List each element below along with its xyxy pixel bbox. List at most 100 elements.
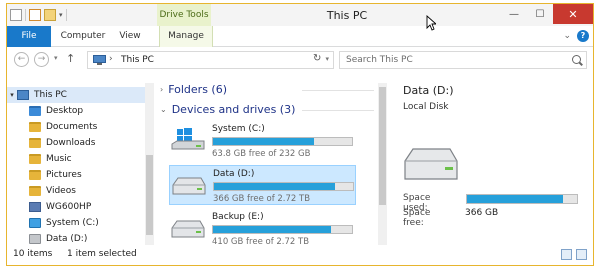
documents-folder-icon (29, 122, 41, 132)
nav-item-music[interactable]: Music (7, 151, 147, 167)
explorer-window: ▾ Drive Tools This PC — ☐ ✕ File Compute… (6, 3, 594, 266)
network-drive-icon (29, 202, 41, 212)
nav-item-label: Desktop (46, 106, 84, 116)
status-bar: 10 items 1 item selected (7, 245, 593, 265)
window-title: This PC (326, 9, 368, 22)
title-bar: ▾ Drive Tools This PC — ☐ ✕ (7, 4, 593, 26)
group-divider (302, 90, 374, 91)
content-scrollbar[interactable] (378, 83, 387, 245)
expand-arrow-icon[interactable]: › (160, 85, 163, 94)
properties-icon[interactable] (10, 9, 22, 21)
drive-item-backup-e[interactable]: Backup (E:) 410 GB free of 2.72 TB (169, 209, 356, 249)
usage-fill (214, 183, 335, 190)
drive-name: Data (D:) (213, 169, 255, 179)
drive-free-space: 366 GB free of 2.72 TB (213, 194, 311, 204)
nav-item-system-c[interactable]: System (C:) (7, 215, 147, 231)
refresh-button[interactable]: ↻ (313, 53, 321, 64)
nav-item-label: System (C:) (46, 218, 99, 228)
drive-usage-bar (212, 225, 353, 234)
scrollbar-thumb[interactable] (379, 87, 386, 205)
nav-item-label: Videos (46, 186, 76, 196)
view-switcher (561, 249, 587, 260)
help-icon[interactable]: ? (577, 30, 589, 42)
up-button[interactable]: ↑ (66, 52, 75, 65)
large-icons-view-icon[interactable] (576, 249, 587, 260)
navigation-bar: ← → ▾ ↑ › This PC ▾ ↻ Search This PC (7, 47, 593, 73)
music-folder-icon (29, 154, 41, 164)
devices-group-header[interactable]: ⌄ Devices and drives (3) (160, 103, 295, 116)
pictures-folder-icon (29, 170, 41, 180)
group-label: Folders (6) (168, 83, 228, 96)
properties-edit-icon[interactable] (29, 9, 41, 21)
breadcrumb-this-pc[interactable]: This PC (121, 55, 154, 65)
usage-fill (467, 195, 563, 203)
search-icon (572, 55, 581, 64)
quick-access-toolbar: ▾ (10, 8, 67, 22)
nav-item-pictures[interactable]: Pictures (7, 167, 147, 183)
space-free-row: Space free: 366 GB (403, 208, 498, 228)
minimize-button[interactable]: — (501, 4, 527, 24)
nav-item-label: Data (D:) (46, 234, 88, 244)
forward-button[interactable]: → (34, 52, 49, 67)
collapse-arrow-icon[interactable]: ⌄ (160, 105, 167, 114)
nav-item-label: Pictures (46, 170, 82, 180)
tab-manage[interactable]: Manage (159, 26, 213, 47)
usage-fill (213, 138, 315, 145)
close-button[interactable]: ✕ (553, 4, 593, 24)
selection-count: 1 item selected (67, 249, 137, 259)
nav-item-label: WG600HP (46, 202, 92, 212)
details-title: Data (D:) (403, 84, 454, 97)
address-dropdown[interactable]: ▾ (325, 55, 329, 63)
nav-pane-scrollbar[interactable] (145, 83, 154, 245)
tab-file[interactable]: File (7, 26, 51, 47)
scrollbar-thumb[interactable] (146, 155, 153, 235)
nav-item-wg600hp[interactable]: WG600HP (7, 199, 147, 215)
desktop-icon (29, 106, 41, 116)
breadcrumb-separator[interactable]: › (109, 54, 113, 64)
content-pane: › Folders (6) ⌄ Devices and drives (3) S… (157, 73, 387, 247)
details-subtitle: Local Disk (403, 102, 449, 112)
customize-toolbar-dropdown[interactable]: ▾ (59, 11, 63, 19)
expand-ribbon-chevron-icon[interactable]: ⌄ (563, 31, 571, 41)
navigation-pane: ▾ This PC Desktop Documents Downloads Mu… (7, 73, 154, 245)
nav-item-videos[interactable]: Videos (7, 183, 147, 199)
group-divider (302, 110, 374, 111)
tab-computer[interactable]: Computer (59, 26, 107, 47)
nav-item-this-pc[interactable]: ▾ This PC (7, 87, 147, 103)
tab-view[interactable]: View (115, 26, 145, 47)
windows-drive-icon (29, 218, 41, 228)
back-button[interactable]: ← (14, 52, 29, 67)
address-bar[interactable]: › This PC ▾ (87, 51, 334, 69)
ribbon-controls: ⌄ ? (563, 30, 589, 42)
drive-name: Backup (E:) (212, 212, 264, 222)
search-box[interactable]: Search This PC (339, 51, 587, 69)
drive-icon (404, 148, 458, 180)
maximize-button[interactable]: ☐ (527, 4, 553, 24)
nav-item-desktop[interactable]: Desktop (7, 103, 147, 119)
pc-icon (93, 55, 106, 65)
nav-item-documents[interactable]: Documents (7, 119, 147, 135)
pc-icon (17, 90, 29, 100)
folders-group-header[interactable]: › Folders (6) (160, 83, 227, 96)
drive-name: System (C:) (212, 124, 265, 134)
collapse-arrow-icon[interactable]: ▾ (7, 91, 17, 99)
details-view-icon[interactable] (561, 249, 572, 260)
toolbar-divider (65, 9, 67, 21)
drive-usage-bar (212, 137, 353, 146)
usage-fill (213, 226, 332, 233)
space-used-bar (466, 194, 578, 204)
nav-item-label: Downloads (46, 138, 96, 148)
windows-drive-icon (171, 128, 205, 150)
nav-item-label: Music (46, 154, 72, 164)
drive-icon (172, 177, 206, 195)
search-input[interactable]: Search This PC (346, 55, 413, 65)
drive-item-system-c[interactable]: System (C:) 63.8 GB free of 232 GB (169, 121, 356, 161)
drive-item-data-d[interactable]: Data (D:) 366 GB free of 2.72 TB (169, 165, 356, 205)
drive-usage-bar (213, 182, 354, 191)
recent-locations-dropdown[interactable]: ▾ (54, 54, 58, 62)
nav-item-downloads[interactable]: Downloads (7, 135, 147, 151)
space-free-value: 366 GB (465, 208, 499, 218)
window-controls: — ☐ ✕ (501, 4, 593, 24)
videos-folder-icon (29, 186, 41, 196)
new-folder-icon[interactable] (44, 9, 56, 21)
